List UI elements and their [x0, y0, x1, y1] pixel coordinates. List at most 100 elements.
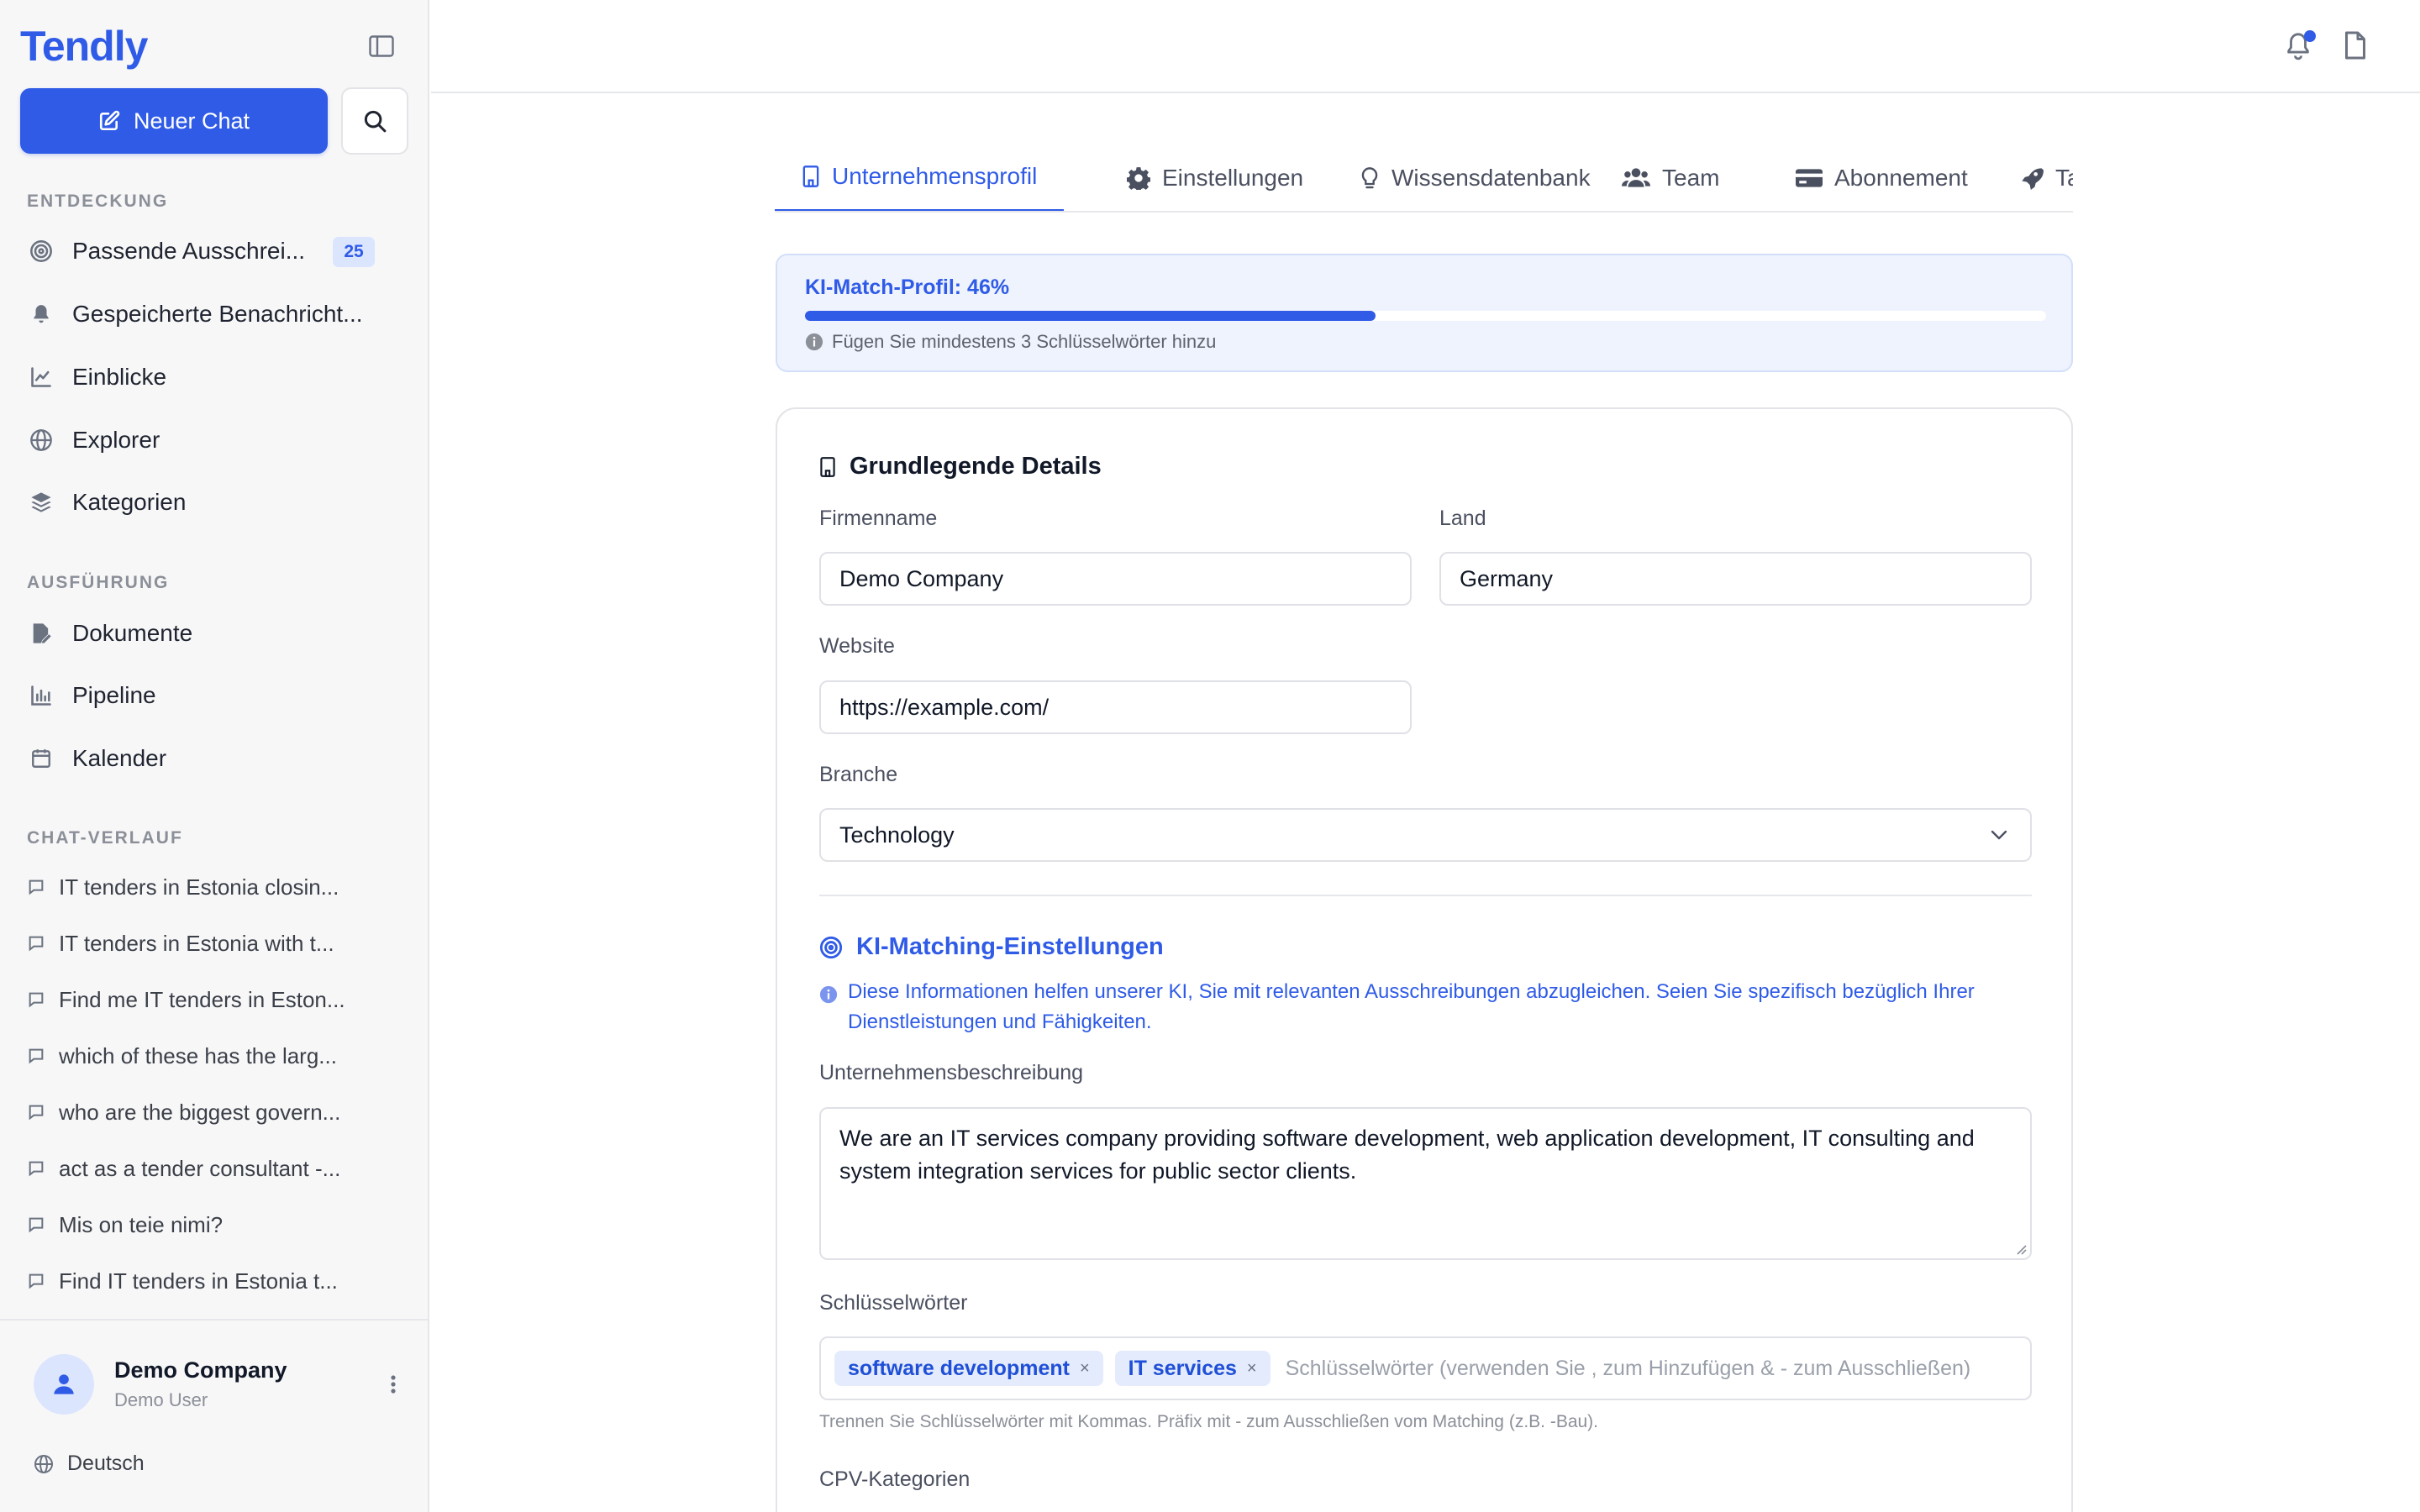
more-vertical-icon — [391, 1375, 396, 1394]
user-menu-button[interactable] — [383, 1368, 403, 1401]
ki-match-progress-card: KI-Match-Profil: 46% Fügen Sie mindesten… — [776, 254, 2073, 372]
description-textarea[interactable]: We are an IT services company providing … — [819, 1107, 2032, 1260]
building-icon — [802, 165, 819, 187]
new-chat-label: Neuer Chat — [133, 108, 250, 134]
sidebar-toggle-button[interactable] — [365, 32, 398, 60]
tab-company-profile[interactable]: Unternehmensprofil — [775, 143, 1065, 211]
industry-label: Branche — [819, 763, 898, 786]
message-icon — [29, 1273, 44, 1289]
sidebar-item-label: Explorer — [72, 427, 160, 453]
tab-settings[interactable]: Einstellungen — [1100, 143, 1330, 211]
chat-history-label: act as a tender consultant -... — [59, 1155, 341, 1181]
website-label: Website — [819, 634, 895, 658]
company-name-input[interactable]: Demo Company — [819, 552, 1412, 606]
industry-value: Technology — [839, 822, 955, 848]
keywords-label: Schlüsselwörter — [819, 1291, 968, 1315]
description-value: We are an IT services company providing … — [839, 1126, 1975, 1184]
search-button[interactable] — [341, 87, 408, 155]
message-icon — [29, 992, 44, 1008]
country-label: Land — [1439, 507, 1486, 530]
chat-history-label: Mis on teie nimi? — [59, 1211, 224, 1237]
building-icon — [820, 456, 835, 477]
sidebar-item-calendar[interactable]: Kalender — [20, 732, 412, 785]
keywords-helper-text: Trennen Sie Schlüsselwörter mit Kommas. … — [819, 1412, 1599, 1431]
industry-select[interactable]: Technology — [819, 808, 2032, 862]
edit-icon — [99, 110, 120, 131]
cpv-categories-label: CPV-Kategorien — [819, 1467, 971, 1491]
message-icon — [29, 936, 44, 952]
tab-truncated[interactable]: Taa — [1993, 143, 2073, 211]
resize-handle-icon[interactable] — [2015, 1243, 2027, 1255]
ki-info-text: Diese Informationen helfen unserer KI, S… — [848, 980, 1975, 1033]
sidebar: Tendly Neuer Chat ENTDECKUNG Passende Au… — [0, 0, 429, 1512]
user-icon — [54, 1374, 74, 1394]
tab-label: Abonnement — [1834, 164, 1968, 191]
chat-history-label: IT tenders in Estonia closin... — [59, 874, 339, 900]
sidebar-item-insights[interactable]: Einblicke — [20, 351, 412, 403]
chat-history-label: IT tenders in Estonia with t... — [59, 930, 334, 956]
message-icon — [29, 1217, 44, 1233]
chat-history-label: which of these has the larg... — [59, 1042, 337, 1068]
remove-tag-icon[interactable]: × — [1080, 1359, 1090, 1378]
section-heading-basic-details: Grundlegende Details — [819, 453, 1102, 480]
message-icon — [29, 879, 44, 895]
tab-team[interactable]: Team — [1595, 143, 1746, 211]
new-chat-button[interactable]: Neuer Chat — [20, 88, 328, 154]
chat-history-item[interactable]: who are the biggest govern... — [20, 1089, 412, 1136]
keywords-input[interactable]: software development × IT services × Sch… — [819, 1336, 2032, 1400]
section-heading-text: Grundlegende Details — [850, 453, 1102, 480]
remove-tag-icon[interactable]: × — [1247, 1359, 1257, 1378]
website-value: https://example.com/ — [839, 694, 1050, 720]
globe-icon — [29, 428, 54, 453]
tab-label: Team — [1662, 164, 1720, 191]
tab-label: Einstellungen — [1162, 164, 1304, 191]
notifications-button[interactable] — [2284, 30, 2317, 64]
documents-button[interactable] — [2343, 30, 2373, 64]
sidebar-item-label: Gespeicherte Benachricht... — [72, 301, 363, 327]
sidebar-item-categories[interactable]: Kategorien — [20, 476, 412, 528]
chat-history-item[interactable]: which of these has the larg... — [20, 1032, 412, 1079]
sidebar-item-matching-tenders[interactable]: Passende Ausschrei... 25 — [20, 225, 412, 277]
chat-history-item[interactable]: Mis on teie nimi? — [20, 1201, 412, 1248]
chat-history-item[interactable]: act as a tender consultant -... — [20, 1145, 412, 1192]
search-icon — [364, 110, 387, 133]
chat-history-item[interactable]: Find IT tenders in Estonia t... — [20, 1257, 412, 1305]
message-icon — [29, 1105, 44, 1121]
keywords-placeholder[interactable]: Schlüsselwörter (verwenden Sie , zum Hin… — [1286, 1357, 1971, 1381]
chat-history-item[interactable]: IT tenders in Estonia closin... — [20, 864, 412, 911]
website-input[interactable]: https://example.com/ — [819, 680, 1412, 734]
keyword-tag: software development × — [834, 1351, 1103, 1386]
progress-hint-text: Fügen Sie mindestens 3 Schlüsselwörter h… — [832, 331, 1217, 352]
info-icon — [819, 985, 838, 1004]
count-badge: 25 — [333, 237, 375, 267]
ki-heading-text: KI-Matching-Einstellungen — [856, 933, 1164, 960]
tab-knowledge-base[interactable]: Wissensdatenbank — [1333, 143, 1618, 211]
company-profile-card: Grundlegende Details Firmenname Demo Com… — [776, 407, 2073, 1512]
layers-icon — [29, 490, 54, 515]
avatar[interactable] — [34, 1354, 94, 1415]
sidebar-item-label: Passende Ausschrei... — [72, 238, 306, 264]
sidebar-item-documents[interactable]: Dokumente — [20, 607, 412, 659]
settings-tabs: Unternehmensprofil Einstellungen Wissens… — [775, 143, 2073, 213]
credit-card-icon — [1796, 168, 1823, 187]
ki-info-note: Diese Informationen helfen unserer KI, S… — [819, 977, 2012, 1037]
app-logo[interactable]: Tendly — [20, 22, 148, 71]
message-icon — [29, 1048, 44, 1064]
target-icon — [819, 936, 843, 958]
country-input[interactable]: Germany — [1439, 552, 2032, 606]
sidebar-item-explorer[interactable]: Explorer — [20, 414, 412, 466]
message-icon — [29, 1161, 44, 1177]
chevron-down-icon — [1991, 830, 2007, 840]
sidebar-item-saved-alerts[interactable]: Gespeicherte Benachricht... — [20, 288, 412, 340]
tab-subscription[interactable]: Abonnement — [1769, 143, 1995, 211]
sidebar-item-pipeline[interactable]: Pipeline — [20, 669, 412, 722]
user-role: Demo User — [114, 1389, 208, 1410]
sidebar-item-label: Einblicke — [72, 364, 167, 390]
progress-hint: Fügen Sie mindestens 3 Schlüsselwörter h… — [805, 331, 1216, 353]
description-label: Unternehmensbeschreibung — [819, 1061, 1084, 1084]
language-selector[interactable]: Deutsch — [34, 1452, 145, 1476]
chat-history-item[interactable]: Find me IT tenders in Eston... — [20, 976, 412, 1023]
target-icon — [29, 239, 54, 264]
file-icon — [2345, 31, 2365, 60]
chat-history-item[interactable]: IT tenders in Estonia with t... — [20, 920, 412, 967]
